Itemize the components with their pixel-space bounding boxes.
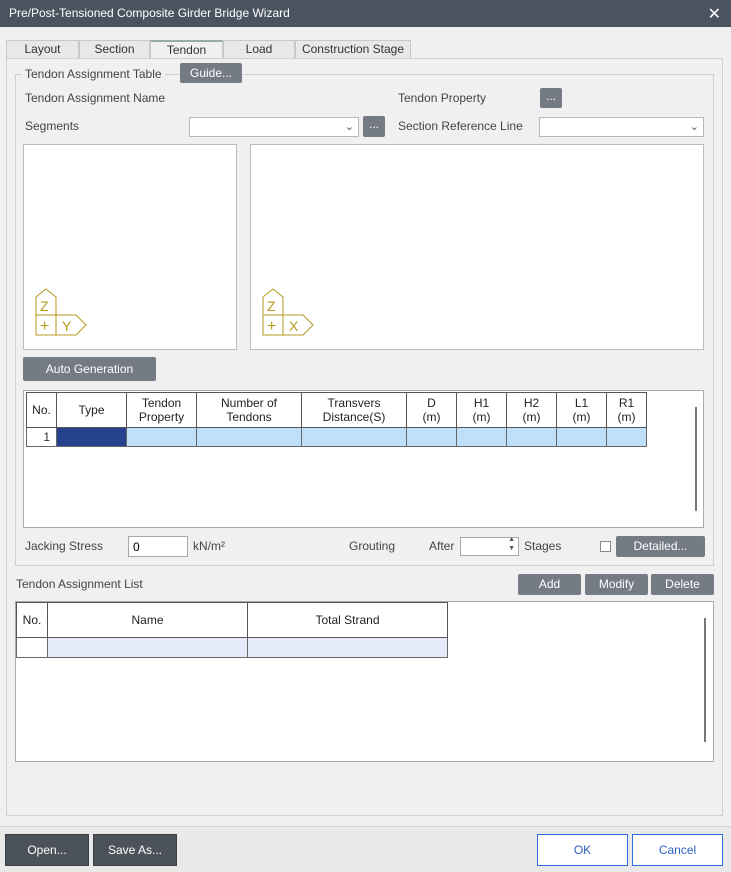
list-no-cell[interactable] xyxy=(16,637,48,658)
tab-load[interactable]: Load xyxy=(223,40,295,58)
grouting-label: Grouting xyxy=(349,539,396,553)
add-button[interactable]: Add xyxy=(518,574,581,595)
col-header-h2: H2 (m) xyxy=(506,392,557,428)
segments-dropdown[interactable]: ⌄ xyxy=(189,117,359,137)
transverse-distance-cell[interactable] xyxy=(301,427,407,447)
assignment-list-table: No. Name Total Strand xyxy=(16,602,448,658)
profile-view[interactable]: Z + X xyxy=(250,144,704,350)
tab-tendon[interactable]: Tendon xyxy=(150,40,223,59)
chevron-down-icon[interactable]: ▼ xyxy=(508,545,515,552)
list-col-name: Name xyxy=(47,602,248,638)
col-header-type: Type xyxy=(56,392,127,428)
tendon-table: No. Type Tendon Property Number of Tendons… xyxy=(26,392,647,447)
chevron-down-icon: ⌄ xyxy=(689,121,699,133)
axis-triad-icon: Z + X xyxy=(262,288,314,336)
col-header-number-of-tendons: Number of Tendons xyxy=(196,392,302,428)
tendon-property-label: Tendon Property xyxy=(398,91,487,105)
axis-origin-label: + xyxy=(40,318,49,335)
assignment-name-label: Tendon Assignment Name xyxy=(25,91,166,105)
jacking-unit-label: kN/m² xyxy=(193,539,225,553)
col-header-h1: H1 (m) xyxy=(456,392,507,428)
l1-cell[interactable] xyxy=(556,427,607,447)
assignment-list-grid[interactable]: No. Name Total Strand xyxy=(15,601,714,762)
col-header-r1: R1 (m) xyxy=(606,392,647,428)
group-title: Tendon Assignment Table xyxy=(22,67,165,81)
tab-section[interactable]: Section xyxy=(79,40,150,58)
col-header-l1: L1 (m) xyxy=(556,392,607,428)
list-col-no: No. xyxy=(16,602,48,638)
chevron-up-icon[interactable]: ▲ xyxy=(508,536,515,543)
auto-generation-button[interactable]: Auto Generation xyxy=(23,357,156,381)
h1-cell[interactable] xyxy=(456,427,507,447)
cancel-button[interactable]: Cancel xyxy=(632,834,723,866)
axis-z-label: Z xyxy=(40,298,49,314)
jacking-stress-label: Jacking Stress xyxy=(25,539,104,553)
section-reference-dropdown[interactable]: ⌄ xyxy=(539,117,704,137)
tendon-property-cell[interactable] xyxy=(126,427,197,447)
list-scrollbar[interactable] xyxy=(704,618,706,742)
segments-button[interactable]: ... xyxy=(363,116,385,137)
axis-triad-icon: Z + Y xyxy=(35,288,87,336)
ok-button[interactable]: OK xyxy=(537,834,628,866)
delete-button[interactable]: Delete xyxy=(651,574,714,595)
tab-construction-stage[interactable]: Construction Stage xyxy=(295,40,411,58)
open-button[interactable]: Open... xyxy=(5,834,89,866)
col-header-d: D (m) xyxy=(406,392,457,428)
grouting-checkbox[interactable] xyxy=(600,541,611,552)
list-name-cell[interactable] xyxy=(47,637,248,658)
stages-label: Stages xyxy=(524,539,562,553)
tendon-property-button[interactable]: ... xyxy=(540,88,562,108)
col-header-tendon-property: Tendon Property xyxy=(126,392,197,428)
table-row[interactable] xyxy=(16,637,448,658)
tendon-grid[interactable]: No. Type Tendon Property Number of Tendons… xyxy=(23,390,704,528)
after-label: After xyxy=(429,539,455,553)
chevron-down-icon: ⌄ xyxy=(344,121,354,133)
col-header-no: No. xyxy=(26,392,57,428)
jacking-stress-input[interactable] xyxy=(128,536,188,557)
tab-layout[interactable]: Layout xyxy=(6,40,79,58)
axis-y-label: Y xyxy=(62,318,72,334)
grid-scrollbar[interactable] xyxy=(695,407,697,511)
table-row[interactable]: 1 xyxy=(26,427,647,447)
title-bar: Pre/Post-Tensioned Composite Girder Brid… xyxy=(0,0,731,27)
after-stage-stepper[interactable]: ▲ ▼ xyxy=(460,536,519,556)
axis-z-label: Z xyxy=(267,298,276,314)
axis-x-label: X xyxy=(289,318,299,334)
save-as-button[interactable]: Save As... xyxy=(93,834,177,866)
close-icon[interactable]: ✕ xyxy=(708,4,721,24)
list-col-total-strand: Total Strand xyxy=(247,602,448,638)
assignment-list-title: Tendon Assignment List xyxy=(16,577,143,591)
section-reference-label: Section Reference Line xyxy=(398,119,523,133)
col-header-transverse-distance: Transvers Distance(S) xyxy=(301,392,407,428)
guide-button[interactable]: Guide... xyxy=(180,63,242,83)
row-number: 1 xyxy=(26,427,57,447)
detailed-button[interactable]: Detailed... xyxy=(616,536,705,557)
window-title: Pre/Post-Tensioned Composite Girder Brid… xyxy=(9,6,290,20)
number-of-tendons-cell[interactable] xyxy=(196,427,302,447)
axis-origin-label: + xyxy=(267,318,276,335)
type-cell[interactable] xyxy=(56,427,127,447)
list-total-strand-cell[interactable] xyxy=(247,637,448,658)
modify-button[interactable]: Modify xyxy=(585,574,648,595)
cross-section-view[interactable]: Z + Y xyxy=(23,144,237,350)
h2-cell[interactable] xyxy=(506,427,557,447)
d-cell[interactable] xyxy=(406,427,457,447)
segments-label: Segments xyxy=(25,119,80,133)
r1-cell[interactable] xyxy=(606,427,647,447)
